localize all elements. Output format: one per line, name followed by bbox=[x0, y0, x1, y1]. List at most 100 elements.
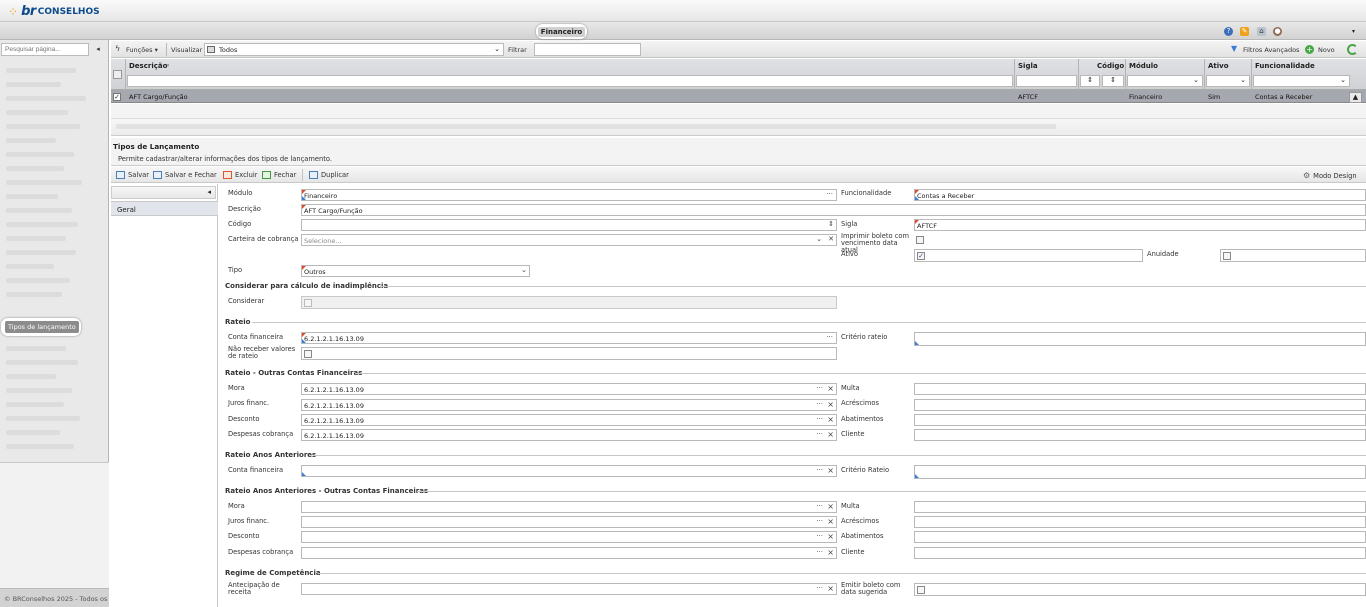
tab-geral[interactable]: Geral bbox=[111, 201, 218, 216]
outras-desconto-field[interactable]: 6.2.1.2.1.16.13.09 ··· × bbox=[301, 414, 837, 426]
sidebar-placeholder-item[interactable] bbox=[6, 138, 56, 143]
emitir-boleto-checkbox[interactable] bbox=[917, 586, 925, 594]
filter-sigla-input[interactable] bbox=[1016, 75, 1077, 87]
carteira-select[interactable]: Selecione... ⌄ ✕ bbox=[301, 234, 837, 246]
lookup-icon[interactable]: ··· bbox=[826, 333, 833, 341]
sidebar-placeholder-item[interactable] bbox=[6, 124, 80, 129]
spinner-icon[interactable]: ⇕ bbox=[828, 220, 834, 228]
clear-icon[interactable]: × bbox=[827, 400, 834, 409]
anos-mora-field[interactable]: ··· × bbox=[301, 501, 837, 513]
view-select[interactable]: Todos ⌄ bbox=[204, 43, 504, 56]
clear-icon[interactable]: × bbox=[827, 548, 834, 557]
sidebar-placeholder-item[interactable] bbox=[6, 194, 58, 199]
module-tab[interactable]: Financeiro bbox=[536, 24, 587, 39]
grid-options-icon[interactable] bbox=[113, 70, 122, 79]
modulo-field[interactable]: Financeiro ··· bbox=[301, 189, 837, 201]
clear-icon[interactable]: × bbox=[827, 502, 834, 511]
refresh-icon[interactable] bbox=[1347, 44, 1358, 55]
sidebar-placeholder-item[interactable] bbox=[6, 222, 78, 227]
sidebar-placeholder-item[interactable] bbox=[6, 416, 80, 421]
anos-despesas-field[interactable]: ··· × bbox=[301, 547, 837, 559]
user-icon[interactable]: ● bbox=[1273, 27, 1282, 36]
anuidade-checkbox[interactable] bbox=[1223, 252, 1231, 260]
home-icon[interactable]: ⌂ bbox=[1257, 27, 1266, 36]
plus-icon[interactable]: + bbox=[1305, 45, 1314, 54]
sidebar-placeholder-item[interactable] bbox=[6, 346, 66, 351]
lookup-icon[interactable]: ··· bbox=[816, 415, 823, 423]
help-icon[interactable]: ? bbox=[1224, 27, 1233, 36]
sidebar-item-tipos-lancamento[interactable]: Tipos de lançamento bbox=[1, 318, 81, 336]
considerar-checkbox[interactable] bbox=[304, 299, 312, 307]
imprimir-boleto-checkbox[interactable] bbox=[916, 236, 924, 244]
tipo-select[interactable]: Outros ⌄ bbox=[301, 265, 530, 277]
outras-cliente-field[interactable] bbox=[914, 429, 1366, 441]
close-button[interactable]: Fechar bbox=[262, 171, 296, 179]
filter-modulo-select[interactable]: ⌄ bbox=[1127, 75, 1203, 87]
sidebar-placeholder-item[interactable] bbox=[6, 152, 74, 157]
clear-icon[interactable]: × bbox=[827, 584, 834, 593]
column-header-codigo[interactable]: Código bbox=[1097, 62, 1124, 70]
sidebar-collapse-icon[interactable]: ◂ bbox=[92, 44, 104, 55]
sidebar-placeholder-item[interactable] bbox=[6, 292, 62, 297]
lookup-icon[interactable]: ··· bbox=[816, 548, 823, 556]
user-menu-chevron-icon[interactable]: ▾ bbox=[1352, 28, 1355, 35]
anos-juros-field[interactable]: ··· × bbox=[301, 516, 837, 528]
functions-menu[interactable]: Funções ▾ bbox=[126, 46, 158, 54]
sidebar-placeholder-item[interactable] bbox=[6, 110, 68, 115]
sidebar-placeholder-item[interactable] bbox=[6, 68, 76, 73]
clear-icon[interactable]: × bbox=[827, 517, 834, 526]
filter-input[interactable] bbox=[534, 43, 641, 56]
clear-icon[interactable]: × bbox=[827, 415, 834, 424]
funcionalidade-field[interactable]: Contas a Receber bbox=[914, 189, 1366, 201]
save-button[interactable]: Salvar bbox=[116, 171, 149, 179]
sidebar-placeholder-item[interactable] bbox=[6, 430, 60, 435]
codigo-field[interactable]: ⇕ bbox=[301, 219, 837, 231]
criterio-rateio-field[interactable] bbox=[914, 332, 1366, 346]
anos-acrescimos-field[interactable] bbox=[914, 516, 1366, 528]
anos-abatimentos-field[interactable] bbox=[914, 531, 1366, 543]
lookup-icon[interactable]: ··· bbox=[816, 384, 823, 392]
criterio-rateio-anos-field[interactable] bbox=[914, 465, 1366, 479]
sidebar-placeholder-item[interactable] bbox=[6, 278, 70, 283]
row-checkbox[interactable]: ✓ bbox=[113, 93, 121, 101]
duplicate-button[interactable]: Duplicar bbox=[309, 171, 349, 179]
clear-icon[interactable]: × bbox=[827, 466, 834, 475]
outras-acrescimos-field[interactable] bbox=[914, 399, 1366, 411]
outras-mora-field[interactable]: 6.2.1.2.1.16.13.09 ··· × bbox=[301, 383, 837, 395]
sigla-field[interactable]: AFTCF bbox=[914, 219, 1366, 231]
lookup-icon[interactable]: ··· bbox=[816, 430, 823, 438]
sidebar-placeholder-item[interactable] bbox=[6, 166, 64, 171]
lookup-icon[interactable]: ··· bbox=[816, 466, 823, 474]
sidebar-placeholder-item[interactable] bbox=[6, 236, 66, 241]
column-header-sigla[interactable]: Sigla bbox=[1018, 62, 1038, 70]
lookup-icon[interactable]: ··· bbox=[816, 584, 823, 592]
column-header-descricao[interactable]: Descrição bbox=[129, 62, 167, 70]
sidebar-search-input[interactable] bbox=[1, 43, 89, 56]
clear-icon[interactable]: ✕ bbox=[828, 235, 834, 243]
anos-multa-field[interactable] bbox=[914, 501, 1366, 513]
column-header-ativo[interactable]: Ativo bbox=[1208, 62, 1229, 70]
scroll-up-icon[interactable]: ▲ bbox=[1349, 92, 1362, 103]
table-row[interactable] bbox=[111, 90, 1366, 103]
design-mode-button[interactable]: ⚙ Modo Design bbox=[1303, 171, 1357, 180]
outras-juros-field[interactable]: 6.2.1.2.1.16.13.09 ··· × bbox=[301, 399, 837, 411]
sidebar-placeholder-item[interactable] bbox=[6, 360, 78, 365]
lookup-icon[interactable]: ··· bbox=[816, 532, 823, 540]
sidebar-placeholder-item[interactable] bbox=[6, 82, 61, 87]
tabs-collapse-icon[interactable]: ◂ bbox=[111, 186, 216, 199]
filter-codigo-from-input[interactable]: ⇕ bbox=[1080, 75, 1100, 87]
advanced-filters-button[interactable]: Filtros Avançados bbox=[1243, 46, 1299, 54]
sidebar-placeholder-item[interactable] bbox=[6, 388, 72, 393]
descricao-field[interactable]: AFT Cargo/Função bbox=[301, 204, 1366, 216]
filter-codigo-to-input[interactable]: ⇕ bbox=[1102, 75, 1124, 87]
broom-icon[interactable]: ✎ bbox=[1240, 27, 1249, 36]
new-button[interactable]: Novo bbox=[1318, 46, 1335, 54]
conta-financeira-field[interactable]: 6.2.1.2.1.16.13.09 ··· bbox=[301, 332, 837, 344]
filter-funcionalidade-select[interactable]: ⌄ bbox=[1253, 75, 1350, 87]
sidebar-placeholder-item[interactable] bbox=[6, 96, 86, 101]
sidebar-placeholder-item[interactable] bbox=[6, 208, 72, 213]
lookup-icon[interactable]: ··· bbox=[816, 502, 823, 510]
lookup-icon[interactable]: ··· bbox=[816, 400, 823, 408]
save-close-button[interactable]: Salvar e Fechar bbox=[153, 171, 217, 179]
sidebar-placeholder-item[interactable] bbox=[6, 250, 76, 255]
